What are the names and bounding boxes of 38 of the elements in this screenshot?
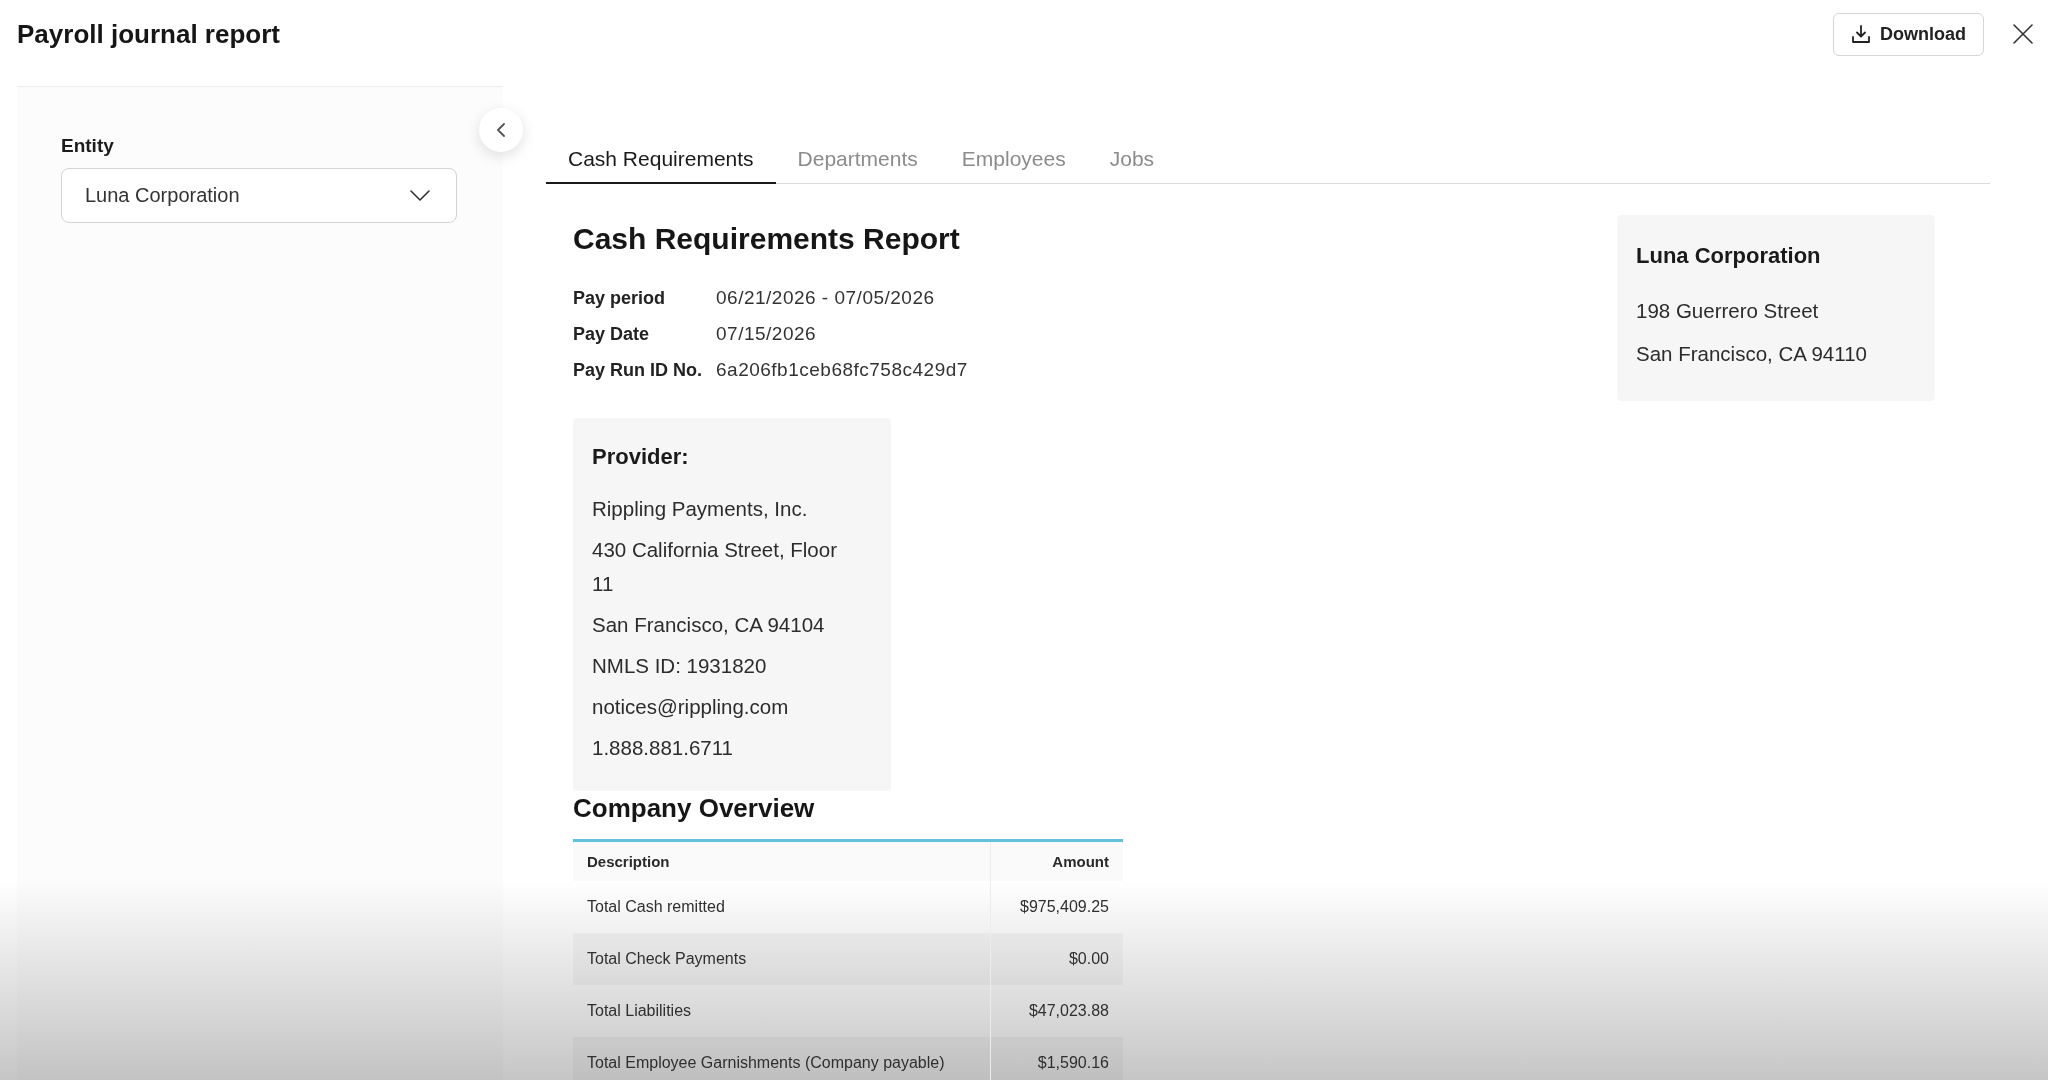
detail-label: Pay Run ID No.	[573, 359, 703, 381]
table-cell: Total Check Payments	[573, 932, 990, 985]
card-heading: Provider:	[592, 443, 690, 471]
field-label: Entity	[61, 134, 115, 158]
chevron-down-icon	[410, 190, 430, 201]
tab[interactable]: Cash Requirements	[546, 136, 776, 184]
provider-line: San Francisco, CA 94104	[592, 612, 826, 638]
table-cell: $1,590.16	[990, 1036, 1123, 1080]
provider-line: 430 California Street, Floor 11	[592, 537, 838, 597]
table-cell: Total Employee Garnishments (Company payable)	[573, 1036, 990, 1080]
column-header: Description	[573, 840, 990, 881]
detail-value: 07/15/2026	[716, 323, 817, 345]
detail-label: Pay period	[573, 287, 667, 309]
provider-line: Rippling Payments, Inc.	[592, 496, 809, 522]
company-name: Luna Corporation	[1636, 242, 1822, 270]
entity-select[interactable]: Luna Corporation	[61, 168, 457, 223]
table-cell: Total Liabilities	[573, 984, 990, 1037]
provider-line: notices@rippling.com	[592, 694, 790, 720]
table-cell: $975,409.25	[990, 880, 1123, 933]
page-title: Payroll journal report	[17, 18, 280, 50]
close-icon	[2013, 24, 2033, 44]
detail-label: Pay Date	[573, 323, 651, 345]
section-title: Company Overview	[573, 793, 816, 823]
address-line: San Francisco, CA 94110	[1636, 341, 1868, 367]
collapse-button[interactable]	[479, 108, 523, 152]
download-button[interactable]: Download	[1833, 12, 1984, 56]
provider-line: 1.888.881.6711	[592, 735, 734, 761]
address-line: 198 Guerrero Street	[1636, 298, 1820, 324]
report-title: Cash Requirements Report	[573, 221, 961, 257]
column-header: Amount	[990, 840, 1123, 881]
detail-value: 06/21/2026 - 07/05/2026	[716, 287, 935, 309]
table-cell: $0.00	[990, 932, 1123, 985]
download-icon	[1852, 25, 1870, 43]
detail-value: 6a206fb1ceb68fc758c429d7	[716, 359, 968, 381]
table-cell: Total Cash remitted	[573, 880, 990, 933]
table-cell: $47,023.88	[990, 984, 1123, 1037]
chevron-left-icon	[497, 123, 505, 137]
provider-line: NMLS ID: 1931820	[592, 653, 768, 679]
